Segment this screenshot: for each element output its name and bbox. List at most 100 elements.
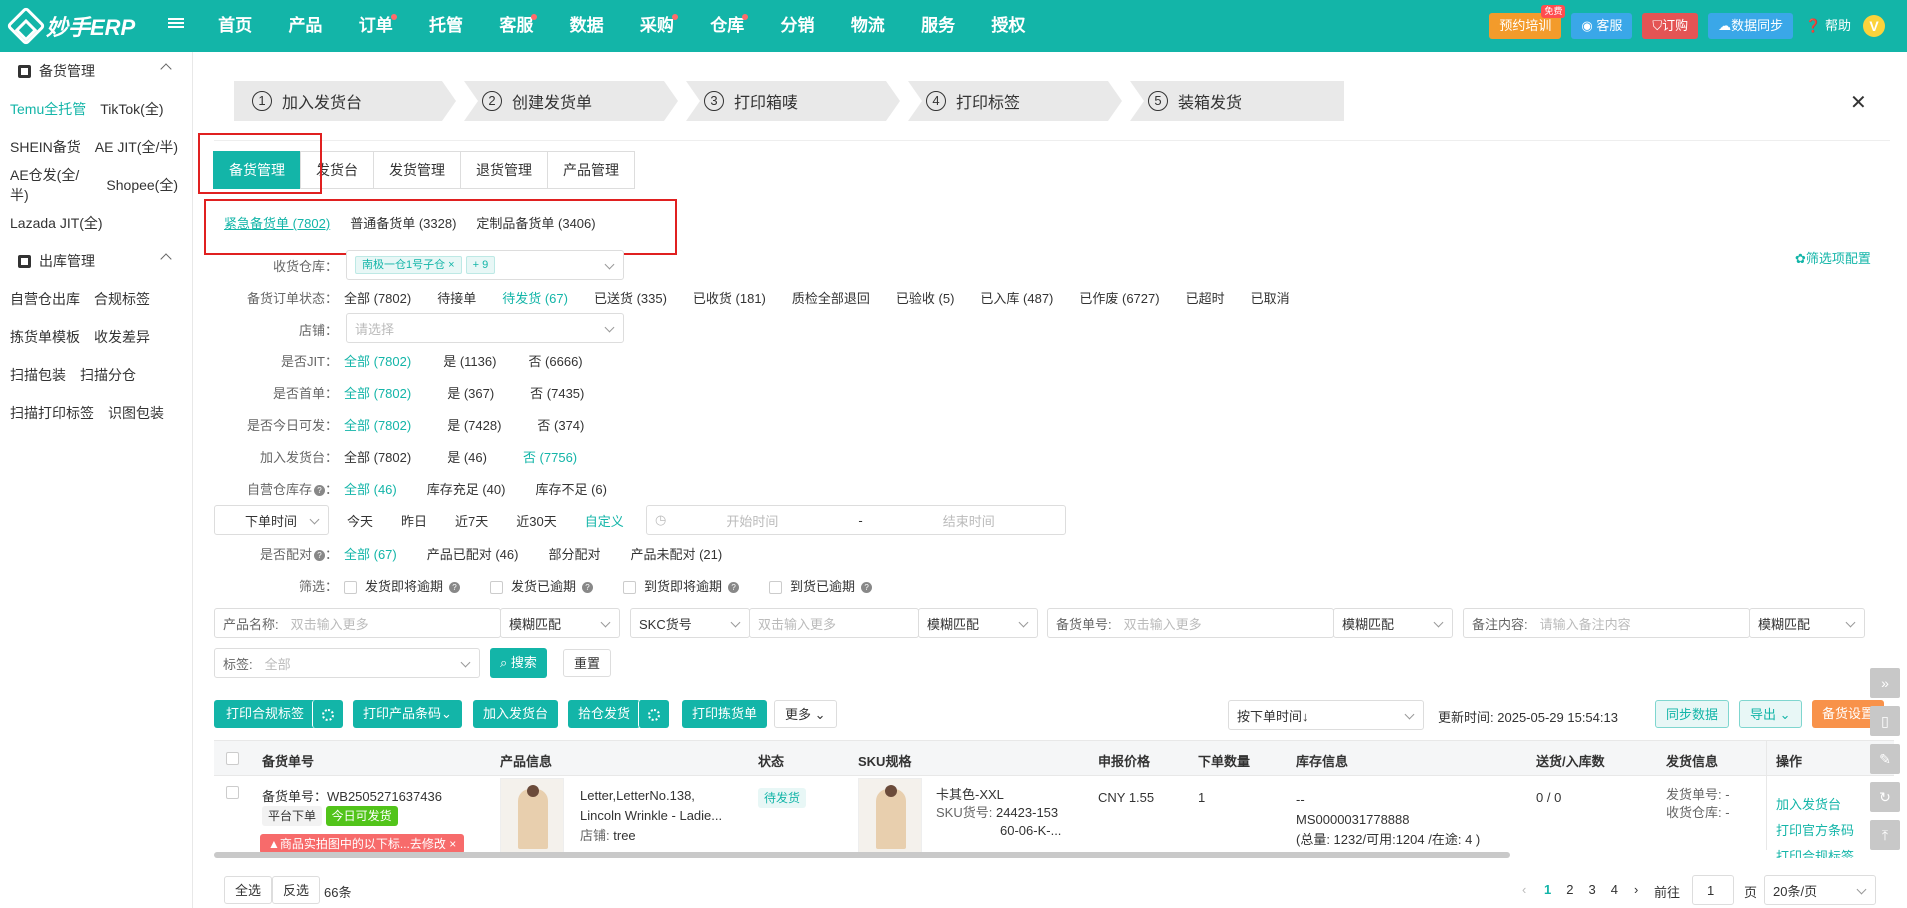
row-checkbox[interactable] (226, 786, 239, 799)
filter-option[interactable]: 已验收 (5) (896, 288, 955, 307)
customer-service-button[interactable]: ◉ 客服 (1571, 13, 1633, 39)
help-icon[interactable]: ? (728, 581, 740, 593)
nav-item[interactable]: 采购 (622, 0, 692, 52)
filter-option[interactable]: 全部 (7802) (344, 447, 411, 466)
filter-option[interactable]: 全部 (7802) (344, 383, 411, 402)
skc-match-select[interactable]: 模糊匹配 (918, 608, 1038, 638)
step-3[interactable]: 3 打印箱唛 (686, 81, 900, 121)
product-title-line1[interactable]: Letter,LetterNo.138, (580, 786, 722, 806)
filter-option[interactable]: 已作废 (6727) (1079, 288, 1159, 307)
subtab-0[interactable]: 紧急备货单 (7802) (224, 213, 330, 232)
nav-item[interactable]: 数据 (551, 0, 621, 52)
help-icon[interactable]: ? (313, 484, 325, 496)
pick-ship-settings-button[interactable] (638, 700, 669, 728)
print-pick-list-button[interactable]: 打印拣货单 (682, 700, 768, 728)
export-button[interactable]: 导出 ⌄ (1739, 700, 1802, 728)
help-button[interactable]: ❓ 帮助 (1803, 13, 1853, 39)
filter-option[interactable]: 已收货 (181) (693, 288, 766, 307)
nav-item[interactable]: 客服 (481, 0, 551, 52)
filter-option[interactable]: 全部 (7802) (344, 288, 411, 307)
order-no-value[interactable]: WB2505271637436 (327, 789, 442, 804)
filter-option[interactable]: 待接单 (437, 288, 476, 307)
time-type-select[interactable]: 下单时间 (214, 505, 329, 535)
print-label-settings-button[interactable] (312, 700, 343, 728)
product-name-match-select[interactable]: 模糊匹配 (500, 608, 620, 638)
refresh-icon[interactable]: ↻ (1870, 782, 1900, 812)
page-number[interactable]: 2 (1566, 882, 1573, 897)
sidebar-item[interactable]: Lazada JIT(全) (10, 213, 103, 233)
menu-toggle-icon[interactable] (168, 16, 184, 32)
checkbox[interactable] (344, 580, 357, 594)
sidebar-item[interactable]: AE仓发(全/半) (10, 165, 92, 205)
filter-option[interactable]: 全部 (7802) (344, 415, 411, 434)
date-range-picker[interactable]: ◷ 开始时间 - 结束时间 (646, 505, 1066, 535)
step-1[interactable]: 1 加入发货台 (234, 81, 456, 121)
subtab-1[interactable]: 普通备货单 (3328) (350, 213, 456, 232)
sidebar-item[interactable]: TikTok(全) (100, 99, 163, 119)
pick-ship-button[interactable]: 拾仓发货 (568, 700, 641, 728)
time-option[interactable]: 昨日 (401, 511, 427, 530)
time-option[interactable]: 今天 (347, 511, 373, 530)
filter-option[interactable]: 产品已配对 (46) (427, 544, 519, 563)
expand-icon[interactable]: » (1870, 668, 1900, 698)
stock-line2[interactable]: MS0000031778888 (1296, 810, 1480, 830)
op-add-desk-link[interactable]: 加入发货台 (1776, 792, 1854, 818)
end-time[interactable]: 结束时间 (943, 511, 995, 530)
sidebar-item[interactable]: 识图包装 (108, 403, 164, 423)
sidebar-item[interactable]: 自营仓出库 (10, 289, 80, 309)
filter-config-link[interactable]: ✿筛选项配置 (1795, 248, 1871, 267)
sidebar-group-stock[interactable]: 备货管理 (0, 52, 192, 90)
page-number[interactable]: 4 (1611, 882, 1618, 897)
filter-option[interactable]: 库存充足 (40) (427, 479, 506, 498)
feedback-icon[interactable]: ✎ (1870, 744, 1900, 774)
avatar[interactable]: V (1863, 15, 1885, 37)
sidebar-item[interactable]: 合规标签 (94, 289, 150, 309)
product-image[interactable] (500, 778, 564, 856)
remark-input[interactable]: 备注内容: 请输入备注内容 (1463, 608, 1750, 638)
print-barcode-button[interactable]: 打印产品条码⌄ (353, 700, 462, 728)
sidebar-item[interactable]: AE JIT(全/半) (95, 137, 178, 157)
sidebar-item[interactable]: 扫描包装 (10, 365, 66, 385)
nav-item[interactable]: 分销 (762, 0, 832, 52)
screen-checkbox-item[interactable]: 到货已逾期? (769, 576, 873, 595)
next-page-icon[interactable]: › (1634, 882, 1638, 897)
add-to-desk-button[interactable]: 加入发货台 (473, 700, 559, 728)
filter-option[interactable]: 是 (46) (447, 447, 487, 466)
tab-4[interactable]: 产品管理 (547, 151, 635, 189)
checkbox[interactable] (623, 580, 637, 594)
nav-item[interactable]: 物流 (833, 0, 903, 52)
sidebar-item[interactable]: SHEIN备货 (10, 137, 81, 157)
time-option[interactable]: 近30天 (516, 511, 556, 530)
filter-option[interactable]: 部分配对 (548, 544, 600, 563)
sort-select[interactable]: 按下单时间↓ (1228, 700, 1424, 730)
sku-image[interactable] (858, 778, 922, 856)
start-time[interactable]: 开始时间 (726, 511, 778, 530)
sidebar-item[interactable]: Temu全托管 (10, 99, 86, 119)
nav-item[interactable]: 服务 (903, 0, 973, 52)
filter-option[interactable]: 是 (1136) (443, 351, 496, 370)
filter-option[interactable]: 已送货 (335) (594, 288, 667, 307)
step-2[interactable]: 2 创建发货单 (464, 81, 678, 121)
filter-option[interactable]: 全部 (7802) (344, 351, 411, 370)
filter-option[interactable]: 全部 (46) (344, 479, 397, 498)
sidebar-group-outbound[interactable]: 出库管理 (0, 242, 192, 280)
sidebar-item[interactable]: 扫描打印标签 (10, 403, 94, 423)
tab-2[interactable]: 发货管理 (373, 151, 461, 189)
warning-fix-link[interactable]: 去修改 (410, 837, 446, 851)
filter-option[interactable]: 否 (6666) (528, 351, 582, 370)
filter-option[interactable]: 否 (7435) (530, 383, 584, 402)
sidebar-item[interactable]: 扫描分仓 (80, 365, 136, 385)
more-actions-button[interactable]: 更多 ⌄ (774, 700, 837, 728)
tag-select[interactable]: 标签: 全部 (214, 648, 480, 678)
brand-logo[interactable]: 妙手ERP (6, 6, 135, 46)
page-number[interactable]: 1 (1544, 882, 1551, 897)
order-subscribe-button[interactable]: ⛉订购 (1642, 13, 1699, 39)
help-icon[interactable]: ? (313, 549, 325, 561)
training-button[interactable]: 预约培训 免费 (1489, 5, 1566, 39)
help-icon[interactable]: ? (861, 581, 873, 593)
mobile-icon[interactable]: ▯ (1870, 706, 1900, 736)
step-4[interactable]: 4 打印标签 (908, 81, 1122, 121)
reset-button[interactable]: 重置 (563, 649, 612, 677)
nav-item[interactable]: 产品 (270, 0, 340, 52)
order-no-input[interactable]: 备货单号: 双击输入更多 (1047, 608, 1334, 638)
